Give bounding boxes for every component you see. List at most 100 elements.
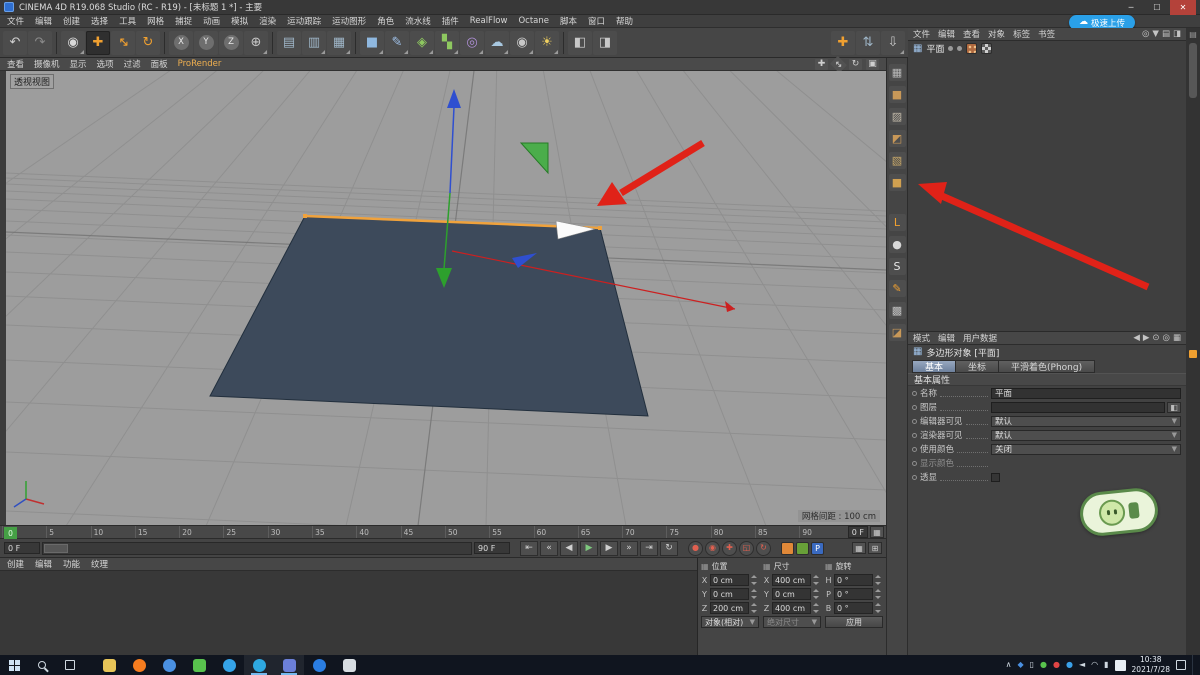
nav-forward-icon[interactable]: ▶ (1143, 333, 1150, 343)
apply-button[interactable]: 应用 (825, 616, 883, 628)
defender-icon[interactable]: ◆ (1017, 661, 1023, 669)
cube-small-icon[interactable]: ◪ (888, 324, 906, 341)
battery-icon[interactable]: ▮ (1104, 661, 1108, 669)
menu-item[interactable]: Octane (518, 16, 549, 26)
keyframe-dot-icon[interactable] (912, 418, 917, 424)
timeline-playhead[interactable]: 0 (4, 527, 17, 539)
menu-item[interactable]: 运动跟踪 (287, 15, 321, 27)
size-mode-dropdown[interactable]: 绝对尺寸 ▼ (763, 616, 821, 628)
render-settings-icon[interactable]: ▦ (327, 30, 351, 55)
coordinate-mode-dropdown[interactable]: 对象(相对) ▼ (701, 616, 759, 628)
panel-icon[interactable]: ◨ (1173, 29, 1181, 39)
next-key-button[interactable]: » (620, 540, 638, 556)
separator[interactable] (56, 31, 57, 54)
view-mode-icon[interactable]: ▤ (1162, 29, 1170, 39)
timeline-ruler[interactable]: 0 51015202530354045505560657075808590 0 F… (0, 525, 886, 539)
network-icon[interactable]: ◠ (1091, 661, 1098, 669)
volume-icon[interactable]: ◄ (1079, 661, 1085, 669)
undo-icon[interactable]: ↶ (3, 30, 27, 55)
nav-back-icon[interactable]: ◀ (1133, 333, 1140, 343)
coord-system-icon[interactable]: ⊕ (244, 30, 268, 55)
spinner[interactable] (875, 574, 883, 586)
viewport-3d[interactable]: 透视视图 网格间距 : 100 cm (6, 71, 886, 525)
prorender-menu-item[interactable]: ProRender (178, 59, 222, 69)
axis-edit-icon[interactable]: ⇅ (856, 30, 880, 55)
pan-view-icon[interactable]: ✚ (815, 58, 828, 70)
file-explorer-icon[interactable] (94, 655, 124, 675)
spinner[interactable] (751, 588, 759, 600)
light-icon[interactable]: ☀ (535, 30, 559, 55)
panel-tab-marker[interactable] (1189, 350, 1197, 358)
menu-item[interactable]: 窗口 (588, 15, 605, 27)
record-rotation-toggle[interactable]: ↻ (756, 540, 771, 556)
render-visibility-dropdown[interactable]: 默认 ▼ (991, 429, 1181, 441)
keyframe-selection-toggle[interactable] (781, 541, 794, 555)
layer-field[interactable] (991, 401, 1165, 413)
menu-item[interactable]: 选择 (91, 15, 108, 27)
layer-browser-icon[interactable]: ◧ (1167, 401, 1181, 413)
name-field[interactable]: 平面 (991, 387, 1181, 399)
tim-icon[interactable] (214, 655, 244, 675)
position-z-field[interactable]: 200 cm (710, 602, 749, 614)
material-menu-item[interactable]: 纹理 (91, 558, 108, 570)
tab-basic[interactable]: 基本 (912, 360, 956, 373)
cloner-icon[interactable]: ▚ (435, 30, 459, 55)
config-icon[interactable]: ▦ (1173, 333, 1181, 343)
viewport-menu-item[interactable]: 过滤 (124, 58, 141, 70)
menu-item[interactable]: 工具 (119, 15, 136, 27)
keyframe-dot-icon[interactable] (912, 474, 917, 480)
keyframe-dot-icon[interactable] (912, 460, 917, 466)
object-manager-menu-item[interactable]: 查看 (963, 28, 980, 40)
cube-primitive-icon[interactable]: ■ (888, 86, 906, 103)
play-button[interactable]: ▶ (580, 540, 598, 556)
textured-cube-icon[interactable]: ▨ (888, 108, 906, 125)
start-button[interactable] (0, 655, 28, 675)
usb-icon[interactable]: ▯ (1030, 661, 1034, 669)
firefox-icon[interactable] (124, 655, 154, 675)
viewport-menu-item[interactable]: 面板 (151, 58, 168, 70)
viewport-canvas[interactable] (6, 71, 886, 525)
viewport-menu-item[interactable]: 选项 (97, 58, 114, 70)
material-menu-item[interactable]: 编辑 (35, 558, 52, 570)
wechat-icon[interactable] (184, 655, 214, 675)
menu-item[interactable]: 插件 (442, 15, 459, 27)
object-name[interactable]: 平面 (926, 42, 944, 55)
menu-item[interactable]: 模拟 (231, 15, 248, 27)
primitive-cube-icon[interactable]: ■ (360, 30, 384, 55)
subdivision-surface-icon[interactable]: ◈ (410, 30, 434, 55)
l-system-icon[interactable]: L (888, 214, 906, 231)
menu-item[interactable]: RealFlow (470, 16, 508, 26)
search-icon[interactable]: ◎ (1142, 29, 1149, 39)
layout-icon[interactable]: ▤ (1189, 30, 1197, 39)
object-manager-menu-item[interactable]: 标签 (1013, 28, 1030, 40)
redo-icon[interactable]: ↷ (28, 30, 52, 55)
checker-material-icon[interactable]: ▩ (888, 302, 906, 319)
environment-icon[interactable]: ☁ (485, 30, 509, 55)
mouse-icon[interactable]: ● (888, 236, 906, 253)
y-axis-lock-icon[interactable]: Y (194, 30, 218, 55)
object-manager-menu-item[interactable]: 对象 (988, 28, 1005, 40)
cloud-tray-icon[interactable]: ● (1066, 661, 1073, 669)
object-manager-menu-item[interactable]: 书签 (1038, 28, 1055, 40)
layout-quad-view-icon[interactable]: ◨ (593, 30, 617, 55)
tab-phong[interactable]: 平滑着色(Phong) (998, 360, 1096, 373)
attribute-menu-item[interactable]: 用户数据 (963, 332, 997, 344)
tray-expand-icon[interactable]: ∧ (1006, 661, 1012, 669)
key-mode-icon[interactable]: ▦ (852, 542, 866, 554)
view-label[interactable]: 透视视图 (10, 74, 55, 89)
loop-button[interactable]: ↻ (660, 540, 678, 556)
viewport-menu-item[interactable]: 显示 (70, 58, 87, 70)
render-picture-viewer-icon[interactable]: ▥ (302, 30, 326, 55)
menu-item[interactable]: 捕捉 (175, 15, 192, 27)
rotation-b-field[interactable]: 0 ° (834, 602, 873, 614)
filter-icon[interactable]: ▼ (1152, 29, 1159, 39)
record-position-toggle[interactable]: ✚ (722, 540, 737, 556)
keyframe-dot-icon[interactable] (912, 404, 917, 410)
slider-handle[interactable] (44, 543, 68, 553)
search-button[interactable] (28, 655, 56, 675)
x-axis-lock-icon[interactable]: X (169, 30, 193, 55)
rotate-view-icon[interactable]: ↻ (849, 58, 862, 70)
frame-range-slider[interactable] (42, 541, 472, 555)
keyframe-pla-toggle[interactable] (796, 541, 809, 555)
edge-point-right[interactable] (598, 226, 602, 230)
